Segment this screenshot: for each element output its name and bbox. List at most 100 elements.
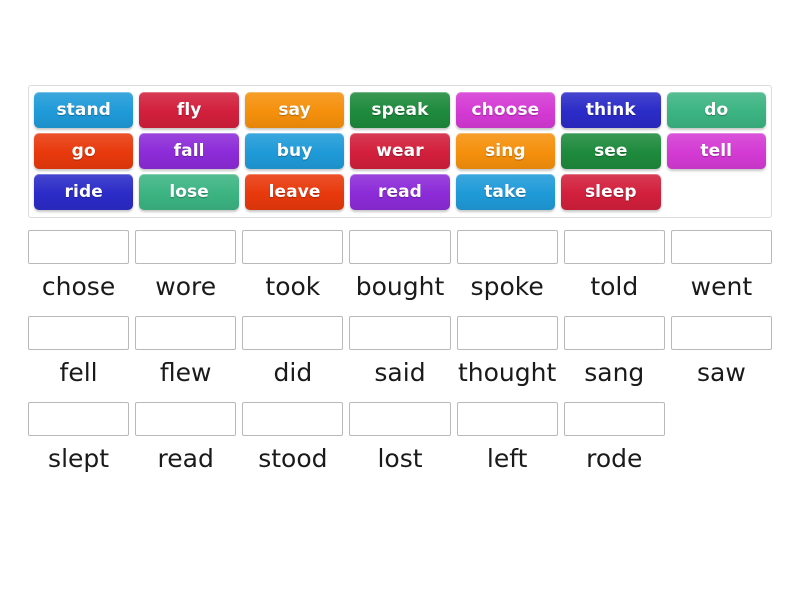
tile-label: think bbox=[585, 100, 636, 120]
draggable-tile-do[interactable]: do bbox=[666, 92, 767, 128]
tile-row: go fall buy wear sing see tell bbox=[34, 133, 767, 169]
tile-bank: stand fly say speak choose think do go fall buy we… bbox=[28, 85, 772, 218]
answer-cell-went: went bbox=[670, 230, 772, 302]
draggable-tile-buy[interactable]: buy bbox=[244, 133, 345, 169]
draggable-tile-read[interactable]: read bbox=[350, 174, 451, 210]
answer-row: fell flew did said thought sang saw bbox=[28, 315, 772, 388]
draggable-tile-ride[interactable]: ride bbox=[34, 174, 134, 210]
draggable-tile-lose[interactable]: lose bbox=[139, 174, 240, 210]
answer-cell-sang: sang bbox=[563, 315, 665, 388]
dropzone-fell[interactable] bbox=[28, 315, 130, 350]
answer-cell-slept: slept bbox=[28, 401, 130, 474]
tile-row: stand fly say speak choose think do bbox=[34, 92, 767, 128]
answer-label: read bbox=[157, 443, 214, 473]
dropzone-lost[interactable] bbox=[349, 401, 451, 436]
dropzone-spoke[interactable] bbox=[456, 230, 558, 264]
tile-slot-empty bbox=[667, 174, 766, 210]
tile-label: see bbox=[594, 141, 628, 161]
answer-label: took bbox=[265, 272, 321, 301]
tile-label: do bbox=[704, 100, 729, 120]
answer-label: saw bbox=[697, 357, 746, 387]
dropzone-bought[interactable] bbox=[349, 230, 451, 264]
tile-label: tell bbox=[700, 141, 733, 161]
tile-label: say bbox=[278, 100, 311, 120]
draggable-tile-sleep[interactable]: sleep bbox=[561, 174, 661, 210]
answer-cell-read: read bbox=[135, 401, 237, 474]
answer-cell-left: left bbox=[456, 401, 558, 474]
answer-label: chose bbox=[41, 272, 116, 301]
answer-label: did bbox=[273, 357, 313, 387]
dropzone-stood[interactable] bbox=[242, 401, 344, 436]
dropzone-took[interactable] bbox=[242, 230, 344, 264]
dropzone-read[interactable] bbox=[135, 401, 237, 436]
tile-label: lose bbox=[169, 182, 209, 202]
dropzone-said[interactable] bbox=[349, 315, 451, 350]
dropzone-sang[interactable] bbox=[563, 315, 665, 350]
answer-cell-stood: stood bbox=[242, 401, 344, 474]
dropzone-rode[interactable] bbox=[563, 401, 665, 436]
draggable-tile-think[interactable]: think bbox=[561, 92, 661, 128]
tile-label: go bbox=[71, 141, 96, 161]
tile-row: ride lose leave read take sleep bbox=[34, 174, 766, 210]
answer-label: went bbox=[690, 272, 753, 301]
dropzone-wore[interactable] bbox=[135, 230, 237, 264]
draggable-tile-stand[interactable]: stand bbox=[34, 92, 134, 128]
tile-label: read bbox=[377, 182, 422, 202]
dropzone-saw[interactable] bbox=[670, 315, 772, 350]
dropzone-went[interactable] bbox=[670, 230, 772, 264]
answer-label: thought bbox=[457, 357, 557, 387]
dropzone-thought[interactable] bbox=[456, 315, 558, 350]
answer-label: said bbox=[374, 357, 426, 387]
draggable-tile-take[interactable]: take bbox=[455, 174, 556, 210]
answer-cell-took: took bbox=[242, 230, 344, 302]
answer-label: flew bbox=[159, 357, 212, 387]
draggable-tile-fall[interactable]: fall bbox=[139, 133, 240, 169]
draggable-tile-say[interactable]: say bbox=[244, 92, 345, 128]
answer-label: spoke bbox=[470, 272, 544, 301]
answer-label: wore bbox=[155, 272, 217, 301]
dropzone-slept[interactable] bbox=[28, 401, 130, 436]
answer-cell-chose: chose bbox=[28, 230, 130, 302]
draggable-tile-speak[interactable]: speak bbox=[350, 92, 451, 128]
answer-label: stood bbox=[258, 443, 328, 473]
draggable-tile-sing[interactable]: sing bbox=[455, 133, 556, 169]
dropzone-left[interactable] bbox=[456, 401, 558, 436]
draggable-tile-choose[interactable]: choose bbox=[455, 92, 556, 128]
draggable-tile-fly[interactable]: fly bbox=[139, 92, 240, 128]
answer-label: sang bbox=[584, 357, 645, 387]
draggable-tile-see[interactable]: see bbox=[561, 133, 661, 169]
dropzone-did[interactable] bbox=[242, 315, 344, 350]
answer-cell-wore: wore bbox=[135, 230, 237, 302]
answer-label: left bbox=[486, 443, 528, 473]
tile-label: speak bbox=[371, 100, 429, 120]
tile-label: ride bbox=[64, 182, 103, 202]
tile-label: stand bbox=[56, 100, 111, 120]
answer-cell-spoke: spoke bbox=[456, 230, 558, 302]
tile-label: choose bbox=[471, 100, 540, 120]
dropzone-flew[interactable] bbox=[135, 315, 237, 350]
tile-label: wear bbox=[376, 141, 424, 161]
answer-label: bought bbox=[355, 272, 445, 301]
tile-label: fall bbox=[173, 141, 205, 161]
draggable-tile-leave[interactable]: leave bbox=[244, 174, 345, 210]
answer-cell-thought: thought bbox=[456, 315, 558, 388]
answer-cell-fell: fell bbox=[28, 315, 130, 388]
answer-cell-rode: rode bbox=[563, 401, 665, 474]
tile-label: sing bbox=[485, 141, 526, 161]
tile-label: sleep bbox=[584, 182, 637, 202]
dropzone-chose[interactable] bbox=[28, 230, 130, 264]
answer-cell-empty bbox=[671, 402, 772, 474]
answer-cell-lost: lost bbox=[349, 401, 451, 474]
answer-area: chose wore took bought spoke told went fell flew… bbox=[28, 230, 772, 487]
answer-cell-bought: bought bbox=[349, 230, 451, 302]
tile-label: buy bbox=[276, 141, 313, 161]
answer-label: told bbox=[590, 272, 639, 301]
dropzone-told[interactable] bbox=[563, 230, 665, 264]
tile-label: fly bbox=[176, 100, 202, 120]
draggable-tile-wear[interactable]: wear bbox=[350, 133, 451, 169]
tile-label: leave bbox=[268, 182, 321, 202]
answer-cell-flew: flew bbox=[135, 315, 237, 388]
tile-label: take bbox=[484, 182, 527, 202]
draggable-tile-tell[interactable]: tell bbox=[666, 133, 767, 169]
draggable-tile-go[interactable]: go bbox=[34, 133, 134, 169]
